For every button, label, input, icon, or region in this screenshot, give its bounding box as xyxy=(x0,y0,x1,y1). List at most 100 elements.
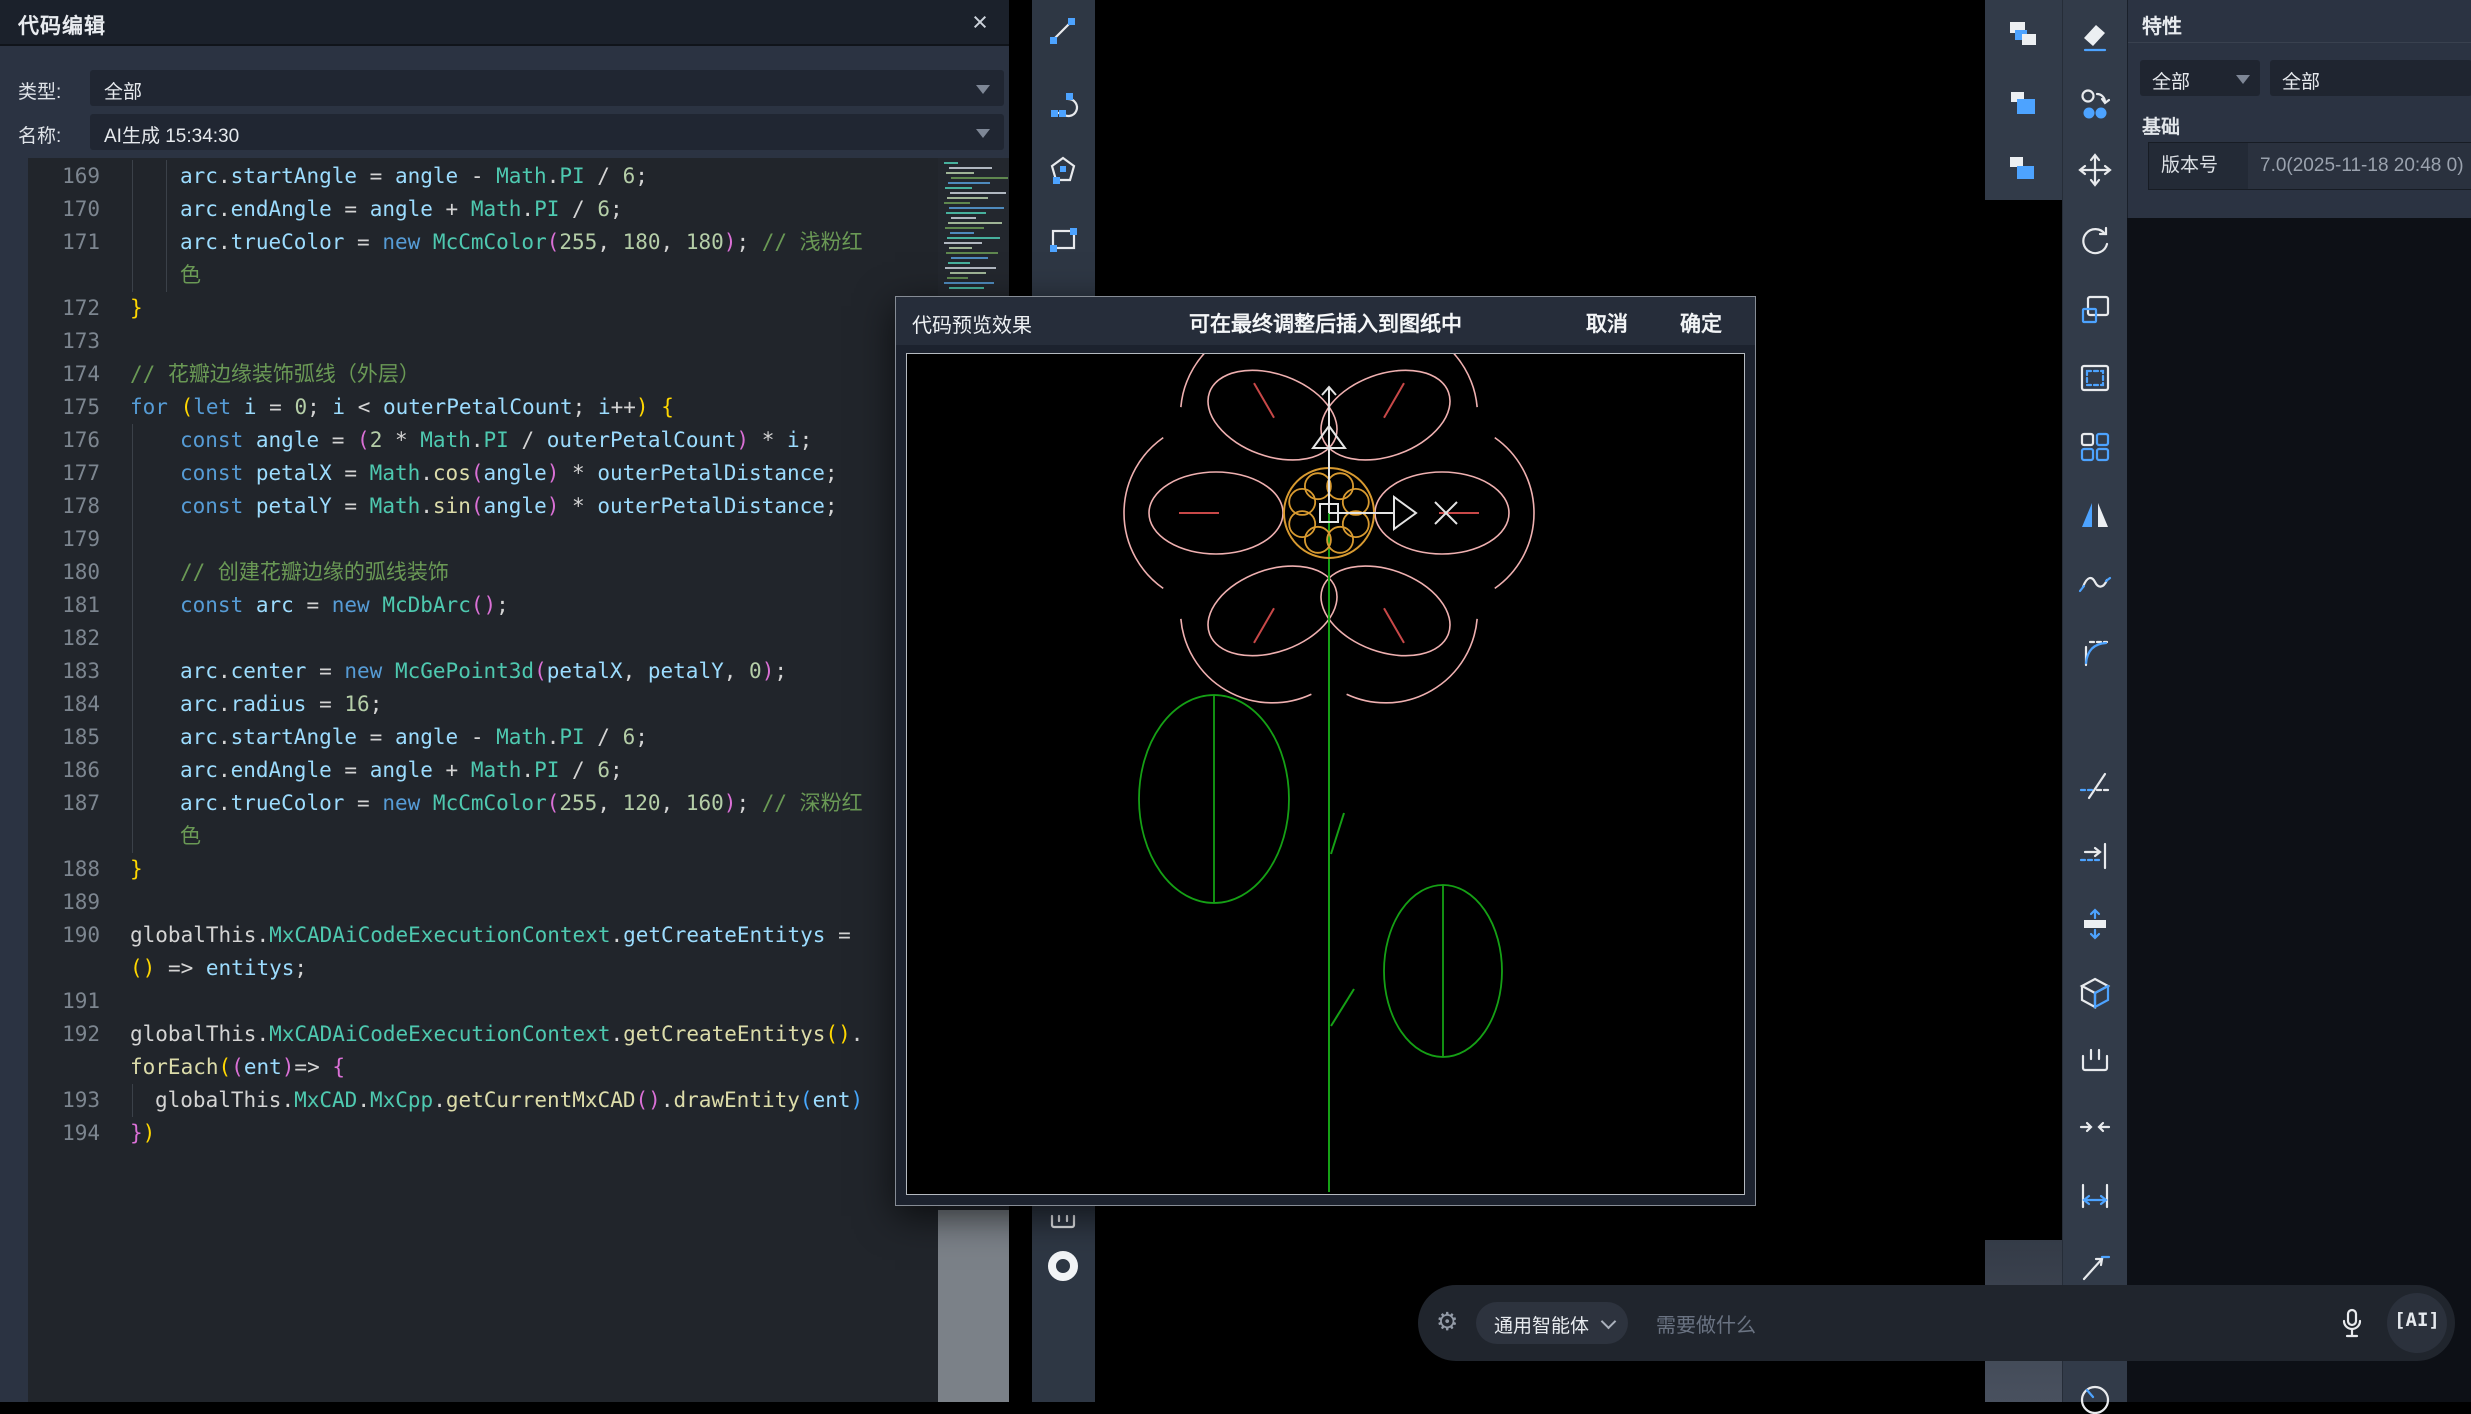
minimap-line xyxy=(945,267,996,269)
minimap-line xyxy=(949,207,1004,209)
code-line[interactable]: 184arc.radius = 16; xyxy=(0,688,940,721)
name-filter-select[interactable]: AI生成 15:34:30 xyxy=(90,114,1004,150)
code-line[interactable]: 190globalThis.MxCADAiCodeExecutionContex… xyxy=(0,919,940,952)
code-line[interactable]: 183arc.center = new McGePoint3d(petalX, … xyxy=(0,655,940,688)
code-line[interactable]: 187arc.trueColor = new McCmColor(255, 12… xyxy=(0,787,940,820)
minimap-line xyxy=(947,197,988,199)
code-line[interactable]: 178const petalY = Math.sin(angle) * oute… xyxy=(0,490,940,523)
version-value: 7.0(2025-11-18 20:48 0) xyxy=(2248,142,2471,190)
properties-filter-field[interactable]: 全部 xyxy=(2270,60,2471,96)
gear-icon[interactable]: ⚙ xyxy=(1436,1307,1458,1337)
paste-objects-icon[interactable] xyxy=(2005,86,2041,122)
preview-canvas[interactable] xyxy=(906,353,1745,1195)
minimap-line xyxy=(946,252,998,254)
indent-guide xyxy=(132,226,133,259)
code-line[interactable]: 189 xyxy=(0,886,940,919)
code-line[interactable]: 172} xyxy=(0,292,940,325)
window-select-icon[interactable] xyxy=(2077,360,2113,396)
ai-button[interactable]: [AI] xyxy=(2387,1293,2447,1353)
confirm-button[interactable]: 确定 xyxy=(1680,308,1722,338)
duplicate-objects-icon[interactable] xyxy=(2005,152,2041,188)
code-line[interactable]: 175for (let i = 0; i < outerPetalCount; … xyxy=(0,391,940,424)
minimap[interactable] xyxy=(942,162,1006,288)
ai-input[interactable]: 需要做什么 xyxy=(1656,1309,1756,1338)
code-line[interactable]: 191 xyxy=(0,985,940,1018)
code-line[interactable]: 169arc.startAngle = angle - Math.PI / 6; xyxy=(0,160,940,193)
arc-partial-icon[interactable] xyxy=(2077,1378,2113,1414)
polygon-tool-icon[interactable] xyxy=(1045,152,1081,188)
join-icon[interactable] xyxy=(2077,1109,2113,1145)
code-line[interactable]: 180// 创建花瓣边缘的弧线装饰 xyxy=(0,556,940,589)
code-line[interactable]: 176const angle = (2 * Math.PI / outerPet… xyxy=(0,424,940,457)
spline-icon[interactable] xyxy=(2077,565,2113,601)
code-line[interactable]: 173 xyxy=(0,325,940,358)
array-icon[interactable] xyxy=(2077,429,2113,465)
properties-filter-dropdown[interactable]: 全部 xyxy=(2140,60,2260,96)
petal-vein xyxy=(1254,608,1274,643)
code-line[interactable]: 171arc.trueColor = new McCmColor(255, 18… xyxy=(0,226,940,259)
stretch-icon[interactable] xyxy=(2077,906,2113,942)
code-line[interactable]: 192globalThis.MxCADAiCodeExecutionContex… xyxy=(0,1018,940,1051)
code-editor-content[interactable]: 169arc.startAngle = angle - Math.PI / 6;… xyxy=(0,158,1009,1402)
ai-button-label: [AI] xyxy=(2387,1309,2447,1331)
comb-partial-icon[interactable] xyxy=(1045,1205,1081,1241)
minimap-line xyxy=(951,217,976,219)
code-editor-left-margin xyxy=(0,158,28,1402)
close-icon[interactable]: × xyxy=(962,4,998,40)
indent-guide xyxy=(132,1084,133,1117)
move-icon[interactable] xyxy=(2077,152,2113,188)
cursor-right-arrow xyxy=(1394,497,1416,529)
code-line[interactable]: 179 xyxy=(0,523,940,556)
minimap-line xyxy=(948,262,970,264)
scale-icon[interactable] xyxy=(2077,292,2113,328)
mirror-icon[interactable] xyxy=(2077,497,2113,533)
minimap-line xyxy=(951,257,988,259)
extend-icon[interactable] xyxy=(2077,838,2113,874)
trim-icon[interactable] xyxy=(2077,768,2113,804)
indent-guide xyxy=(132,688,133,721)
rectangle-tool-icon[interactable] xyxy=(1045,222,1081,258)
code-line[interactable]: 色 xyxy=(0,259,940,292)
line-tool-icon[interactable] xyxy=(1045,13,1081,49)
indent-guide xyxy=(132,820,133,853)
fillet-icon[interactable] xyxy=(2077,635,2113,671)
minimap-line xyxy=(948,182,990,184)
code-line[interactable]: forEach((ent)=> { xyxy=(0,1051,940,1084)
code-line[interactable]: 194}) xyxy=(0,1117,940,1150)
code-line[interactable]: 185arc.startAngle = angle - Math.PI / 6; xyxy=(0,721,940,754)
code-line[interactable]: 174// 花瓣边缘装饰弧线（外层） xyxy=(0,358,940,391)
circle-tool-icon[interactable] xyxy=(1045,1248,1081,1284)
code-line[interactable]: 193globalThis.MxCAD.MxCpp.getCurrentMxCA… xyxy=(0,1084,940,1117)
code-line[interactable]: 181const arc = new McDbArc(); xyxy=(0,589,940,622)
object-snap-icon[interactable] xyxy=(2077,86,2113,122)
microphone-icon[interactable] xyxy=(2334,1305,2370,1341)
arc-tool-icon[interactable] xyxy=(1045,86,1081,122)
ai-command-bar: ⚙ 通用智能体 需要做什么 [AI] xyxy=(1418,1285,2455,1361)
cancel-button[interactable]: 取消 xyxy=(1586,308,1628,338)
leader-icon[interactable] xyxy=(2077,1248,2113,1284)
eraser-icon[interactable] xyxy=(2077,17,2113,53)
minimap-line xyxy=(946,172,974,174)
code-line[interactable]: 177const petalX = Math.cos(angle) * oute… xyxy=(0,457,940,490)
copy-objects-icon[interactable] xyxy=(2005,17,2041,53)
indent-guide xyxy=(132,787,133,820)
3d-box-icon[interactable] xyxy=(2077,975,2113,1011)
minimap-line xyxy=(944,242,982,244)
type-filter-value: 全部 xyxy=(104,77,142,104)
code-line[interactable]: 182 xyxy=(0,622,940,655)
code-line[interactable]: () => entitys; xyxy=(0,952,940,985)
edit-toolbar xyxy=(2062,0,2128,1402)
indent-guide xyxy=(132,655,133,688)
chevron-down-icon xyxy=(976,85,990,94)
code-line[interactable]: 186arc.endAngle = angle + Math.PI / 6; xyxy=(0,754,940,787)
code-line[interactable]: 色 xyxy=(0,820,940,853)
code-line[interactable]: 170arc.endAngle = angle + Math.PI / 6; xyxy=(0,193,940,226)
rotate-icon[interactable] xyxy=(2077,222,2113,258)
code-line[interactable]: 188} xyxy=(0,853,940,886)
type-filter-select[interactable]: 全部 xyxy=(90,70,1004,106)
agent-selector[interactable]: 通用智能体 xyxy=(1476,1302,1628,1344)
measure-icon[interactable] xyxy=(2077,1178,2113,1214)
scrollbar-thumb[interactable] xyxy=(938,1210,1009,1402)
dialog-header: 代码预览效果 可在最终调整后插入到图纸中 取消 确定 xyxy=(896,297,1755,345)
break-icon[interactable] xyxy=(2077,1043,2113,1079)
